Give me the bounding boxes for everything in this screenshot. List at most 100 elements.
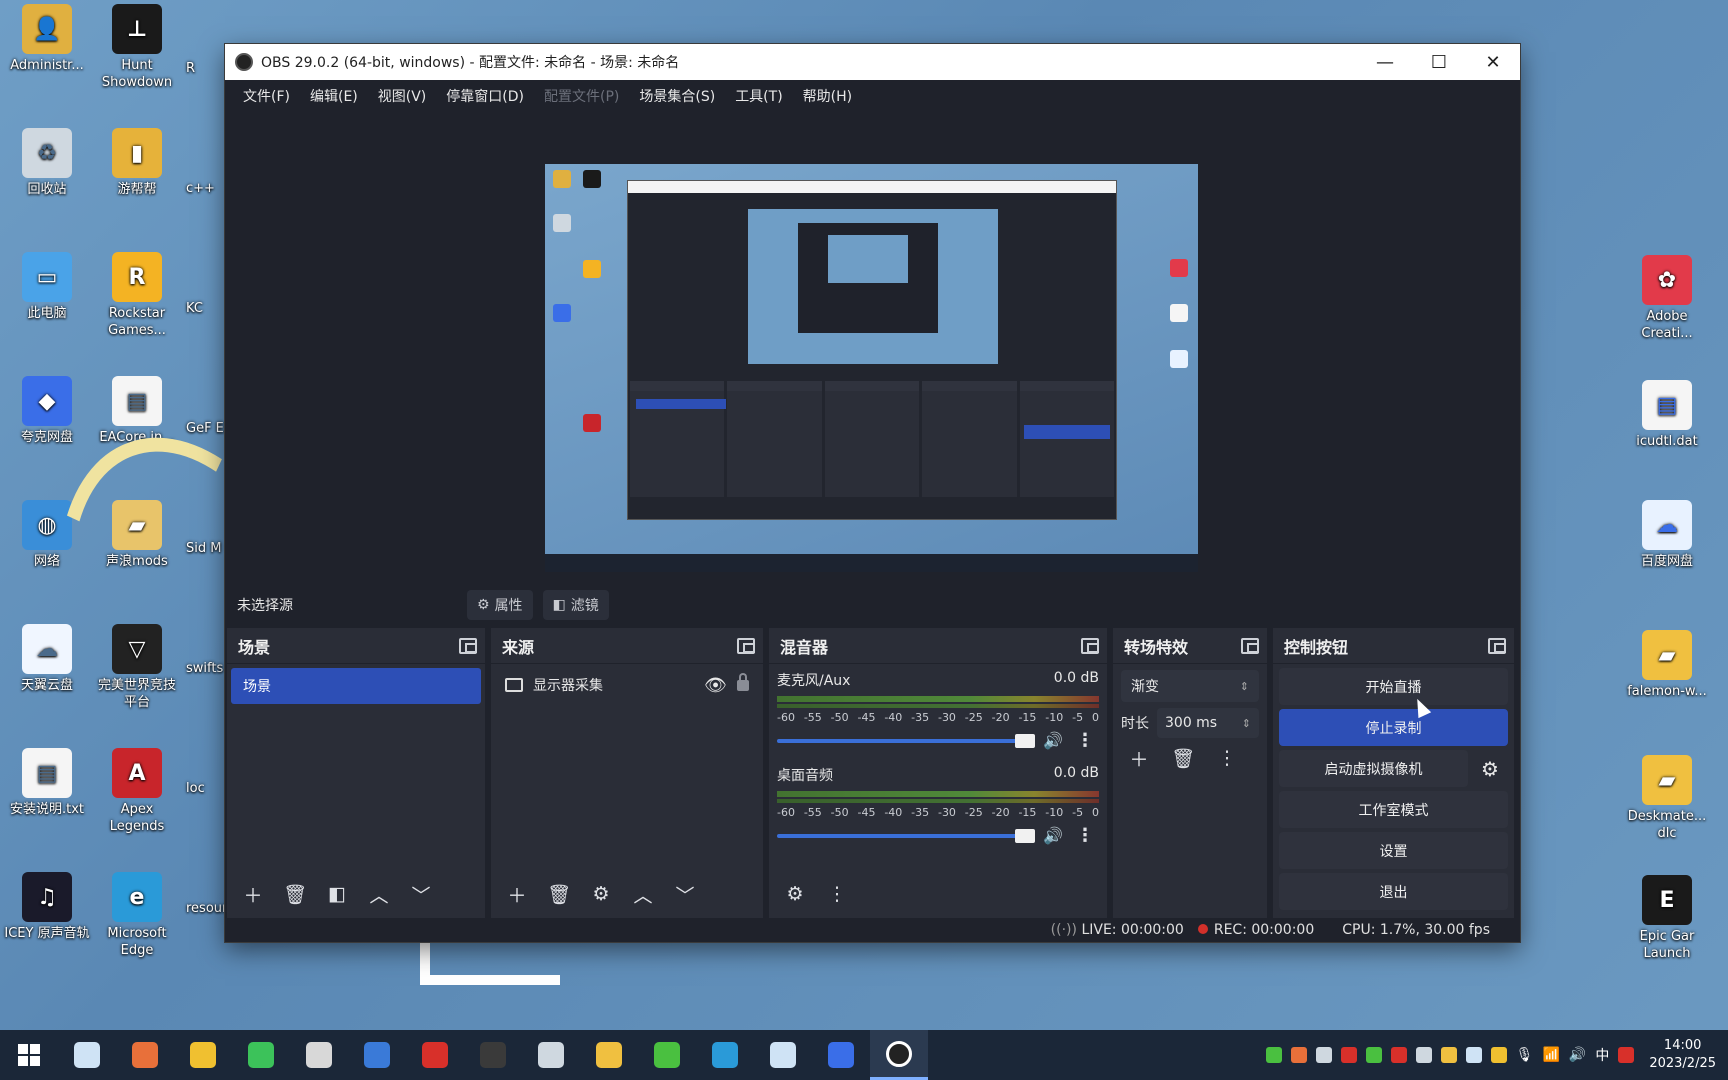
studio-mode-button[interactable]: 工作室模式 [1279,791,1508,828]
clock[interactable]: 14:00 2023/2/25 [1649,1037,1716,1073]
maximize-button[interactable]: ☐ [1412,44,1466,80]
speaker-icon[interactable]: 🔊 [1043,731,1063,750]
spin-arrows-icon[interactable]: ⇕ [1242,717,1251,730]
more-options-icon[interactable]: ⋮ [1071,825,1099,846]
tray-app-icon[interactable] [1265,1047,1282,1063]
desktop-icon[interactable]: ⊥ Hunt Showdown [92,4,182,91]
tray-app-icon[interactable] [1490,1047,1507,1063]
desktop-icon[interactable]: ♫ ICEY 原声音轨 [2,872,92,942]
tray-app-icon[interactable] [1315,1047,1332,1063]
menu-help[interactable]: 帮助(H) [793,86,862,106]
close-button[interactable]: ✕ [1466,44,1520,80]
speaker-icon[interactable]: 🔊 [1043,826,1063,845]
stop-recording-button[interactable]: 停止录制 [1279,709,1508,746]
desktop-icon[interactable]: E Epic Gar Launch [1622,875,1712,962]
more-options-icon[interactable]: ⋮ [1209,742,1245,774]
more-options-icon[interactable]: ⋮ [1071,730,1099,751]
visibility-eye-icon[interactable]: 👁 [704,675,727,696]
tray-app-icon[interactable] [1465,1047,1482,1063]
exit-button[interactable]: 退出 [1279,873,1508,910]
menu-file[interactable]: 文件(F) [233,86,300,106]
scene-filters-icon[interactable]: ◧ [319,878,355,910]
menu-scene-collection[interactable]: 场景集合(S) [629,86,725,106]
taskbar-game-controller-icon[interactable] [290,1030,348,1080]
desktop-icon[interactable]: ☁ 百度网盘 [1622,500,1712,570]
properties-button[interactable]: ⚙ 属性 [467,590,533,620]
taskbar-blue-app-icon[interactable] [812,1030,870,1080]
remove-source-icon[interactable]: 🗑 [541,878,577,910]
taskbar-launcher-blue-icon[interactable] [348,1030,406,1080]
taskbar-windows-start-icon[interactable] [0,1030,58,1080]
preview-canvas[interactable] [545,164,1198,572]
taskbar-obs-icon[interactable] [870,1030,928,1080]
desktop-icon[interactable]: 👤 Administr... [2,4,92,74]
transition-select[interactable]: 渐变 ⇕ [1121,670,1259,702]
move-down-icon[interactable]: ﹀ [403,878,439,910]
undock-icon[interactable] [1488,637,1506,654]
desktop-icon[interactable]: R Rockstar Games... [92,252,182,339]
taskbar-shield-icon[interactable] [174,1030,232,1080]
minimize-button[interactable]: — [1358,44,1412,80]
source-properties-gear-icon[interactable]: ⚙ [583,878,619,910]
tray-app-icon[interactable] [1440,1047,1457,1063]
move-up-icon[interactable]: ︿ [361,878,397,910]
undock-icon[interactable] [1081,637,1099,654]
desktop-icon[interactable]: ▤ icudtl.dat [1622,380,1712,450]
menu-view[interactable]: 视图(V) [368,86,437,106]
menu-docks[interactable]: 停靠窗口(D) [436,86,534,106]
undock-icon[interactable] [459,637,477,654]
taskbar-app-5-icon[interactable] [522,1030,580,1080]
taskbar-green-app-icon[interactable] [638,1030,696,1080]
advanced-audio-gear-icon[interactable]: ⚙ [777,878,813,910]
menu-edit[interactable]: 编辑(E) [300,86,368,106]
lock-icon[interactable] [737,672,749,691]
move-up-icon[interactable]: ︿ [625,878,661,910]
settings-button[interactable]: 设置 [1279,832,1508,869]
start-virtual-camera-button[interactable]: 启动虚拟摄像机 [1279,750,1468,787]
add-transition-icon[interactable]: ＋ [1121,742,1157,774]
tray-app-icon[interactable] [1390,1047,1407,1063]
taskbar-file-explorer-icon[interactable] [580,1030,638,1080]
remove-transition-icon[interactable]: 🗑 [1165,742,1201,774]
taskbar-steam-like-icon[interactable] [58,1030,116,1080]
desktop-icon[interactable]: ♻ 回收站 [2,128,92,198]
source-list-item[interactable]: 显示器采集 👁 [495,668,759,702]
desktop-icon[interactable]: ◆ 夸克网盘 [2,376,92,446]
virtual-camera-gear-icon[interactable]: ⚙ [1472,750,1508,787]
volume-slider-handle[interactable] [1015,828,1036,843]
taskbar-wechat-icon[interactable] [232,1030,290,1080]
undock-icon[interactable] [1241,637,1259,654]
add-scene-icon[interactable]: ＋ [235,878,271,910]
desktop-icon[interactable]: e Microsoft Edge [92,872,182,959]
add-source-icon[interactable]: ＋ [499,878,535,910]
tray-app-icon[interactable] [1340,1047,1357,1063]
volume-slider-handle[interactable] [1015,733,1036,748]
desktop-icon[interactable]: ▭ 此电脑 [2,252,92,322]
preview-area[interactable] [225,112,1520,582]
volume-slider[interactable] [777,733,1036,748]
duration-spinbox[interactable]: 300 ms ⇕ [1157,708,1259,738]
desktop-icon[interactable]: ▤ 安装说明.txt [2,748,92,818]
filters-button[interactable]: ◧ 滤镜 [542,590,609,620]
scene-list-item[interactable]: 场景 [231,668,481,704]
start-streaming-button[interactable]: 开始直播 [1279,668,1508,705]
volume-slider[interactable] [777,828,1036,843]
taskbar-firefox-like-icon[interactable] [116,1030,174,1080]
microphone-icon[interactable]: 🎙 [1516,1047,1534,1063]
menu-profile[interactable]: 配置文件(P) [534,86,629,106]
menu-tools[interactable]: 工具(T) [725,86,792,106]
more-options-icon[interactable]: ⋮ [819,878,855,910]
sogou-icon[interactable] [1618,1047,1635,1063]
taskbar-edge-icon[interactable] [696,1030,754,1080]
ime-indicator[interactable]: 中 [1595,1045,1609,1065]
desktop-icon[interactable]: ✿ Adobe Creati... [1622,255,1712,342]
tray-app-icon[interactable] [1290,1047,1307,1063]
tray-app-icon[interactable] [1415,1047,1432,1063]
desktop-icon[interactable]: ▮ 游帮帮 [92,128,182,198]
network-icon[interactable]: 📶 [1542,1047,1559,1063]
taskbar-dark-app-icon[interactable] [464,1030,522,1080]
tray-app-icon[interactable] [1365,1047,1382,1063]
move-down-icon[interactable]: ﹀ [667,878,703,910]
desktop-icon[interactable]: ▤ EACore.in... [92,376,182,446]
undock-icon[interactable] [737,637,755,654]
